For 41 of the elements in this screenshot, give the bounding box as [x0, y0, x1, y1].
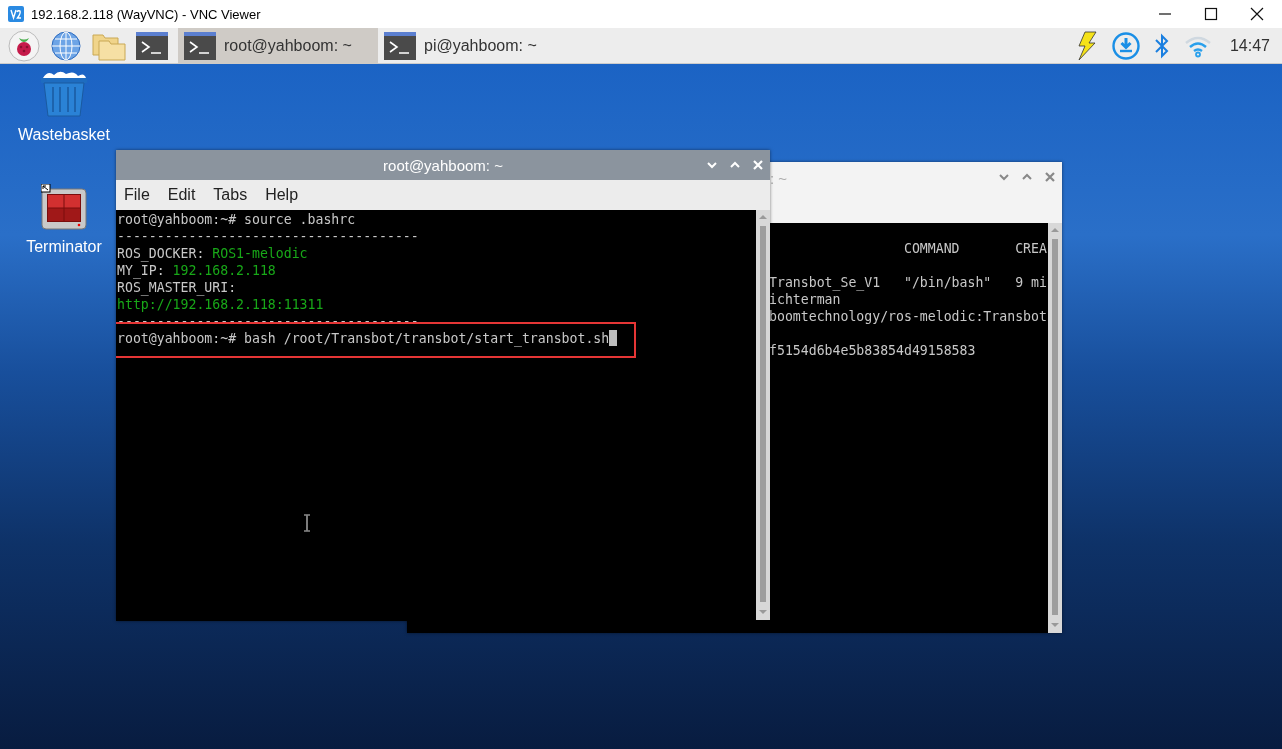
taskbar-button[interactable]: pi@yahboom: ~ — [378, 27, 578, 64]
trash-can-icon[interactable] — [40, 70, 88, 118]
power-bolt-icon[interactable] — [1075, 30, 1098, 61]
globe-icon[interactable] — [50, 29, 82, 62]
terminal-line: http://192.168.2.118:11311 — [117, 296, 324, 313]
terminal-line: f5154d6b4e5b83854d49158583 — [769, 342, 976, 359]
terminal-line: -------------------------------------- — [117, 228, 419, 245]
terminal-line: ROS_MASTER_URI: — [117, 279, 237, 296]
taskbar-button[interactable]: root@yahboom: ~ — [178, 27, 378, 64]
scrollbar[interactable] — [756, 210, 770, 620]
terminal-icon[interactable] — [136, 31, 168, 60]
text-cursor-icon — [303, 514, 311, 532]
maximize-icon[interactable] — [1204, 7, 1218, 21]
close-icon[interactable] — [1250, 7, 1264, 21]
menu-item[interactable]: Edit — [167, 186, 196, 204]
minimize-icon[interactable] — [706, 159, 718, 171]
terminal-line: COMMAND CREA — [902, 240, 1047, 257]
terminal-icon — [184, 31, 216, 60]
terminal-line: root@yahboom:~# source .bashrc — [117, 211, 356, 228]
app-logo-icon — [8, 6, 24, 22]
terminal-line: ichterman — [769, 291, 841, 308]
terminal-line: ROS_DOCKER: ROS1-melodic — [117, 245, 308, 262]
terminal-line: root@yahboom:~# bash /root/Transbot/transbot/start_transbot.sh — [117, 330, 610, 347]
terminal-line: MY_IP: 192.168.2.118 — [117, 262, 276, 279]
menu-item[interactable]: Tabs — [213, 186, 248, 204]
terminal-line: Transbot_Se_V1 "/bin/bash" 9 mi — [769, 274, 1047, 291]
menu-item[interactable]: Help — [265, 186, 299, 204]
desktop-icon-label[interactable]: Wastebasket — [18, 126, 110, 144]
window-title: : ~ — [770, 170, 788, 187]
download-icon[interactable] — [1111, 31, 1140, 60]
terminal-line: -------------------------------------- — [117, 313, 419, 330]
menu-item[interactable]: File — [124, 186, 150, 204]
clock: 14:47 — [1229, 36, 1270, 55]
bluetooth-icon[interactable] — [1153, 32, 1170, 59]
window-title: root@yahboom: ~ — [383, 156, 503, 174]
terminator-app-icon[interactable] — [41, 184, 87, 230]
terminal-icon — [384, 31, 416, 60]
desktop-icon-label[interactable]: Terminator — [26, 238, 102, 256]
window-title: 192.168.2.118 (WayVNC) - VNC Viewer — [31, 6, 262, 22]
terminal-line: boomtechnology/ros-melodic:Transbot — [769, 308, 1047, 325]
raspberry-menu-icon[interactable] — [8, 29, 40, 62]
